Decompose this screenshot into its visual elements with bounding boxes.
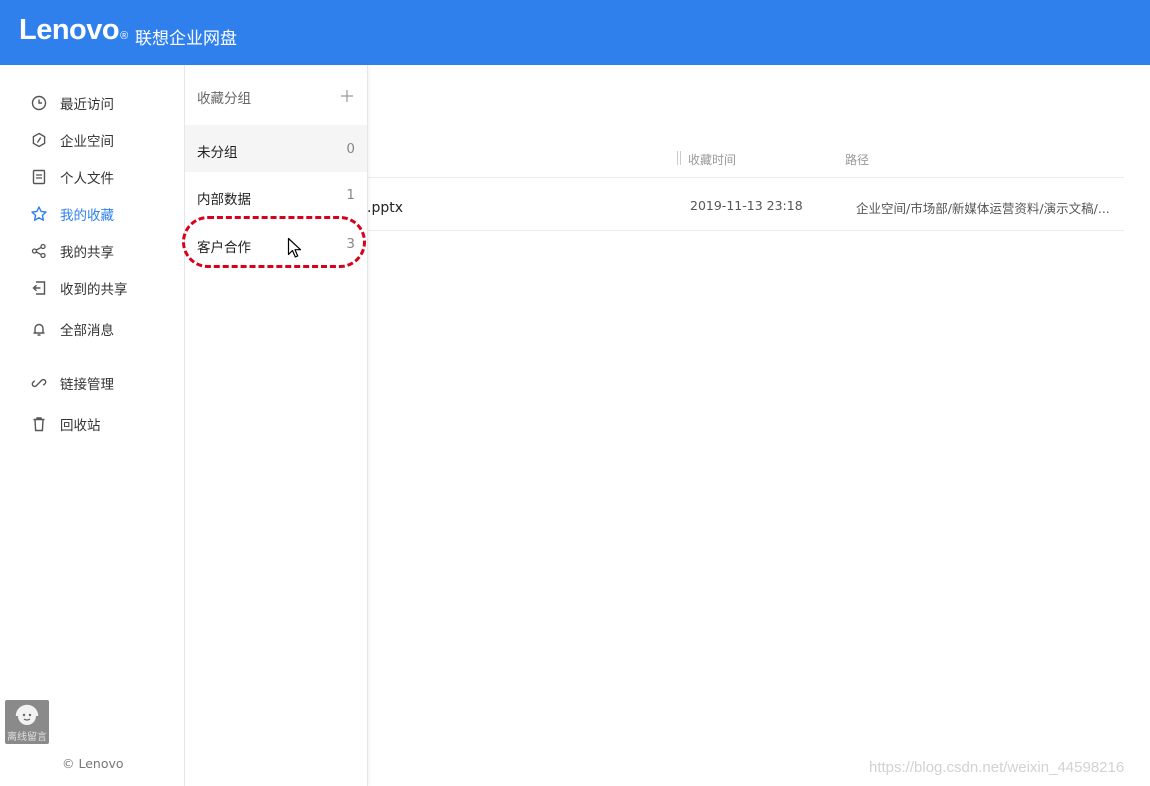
group-count: 1 bbox=[346, 187, 355, 203]
group-item-ungrouped[interactable]: 未分组 0 bbox=[185, 125, 367, 172]
star-icon bbox=[30, 205, 48, 223]
sidebar-item-label: 收到的共享 bbox=[60, 282, 128, 298]
copyright: © Lenovo bbox=[62, 756, 124, 771]
sidebar-item-label: 链接管理 bbox=[60, 377, 114, 393]
sidebar-item-label: 个人文件 bbox=[60, 171, 114, 187]
sidebar-item-my-shares[interactable]: 我的共享 bbox=[30, 239, 114, 263]
group-panel-divider bbox=[367, 65, 368, 786]
logo-text: Lenovo bbox=[19, 14, 120, 46]
favorite-group-title: 收藏分组 bbox=[197, 91, 251, 107]
sidebar-item-my-favorites[interactable]: 我的收藏 bbox=[30, 202, 114, 226]
group-item-internal-data[interactable]: 内部数据 1 bbox=[185, 172, 367, 219]
group-count: 0 bbox=[346, 141, 355, 157]
logo-trademark: ® bbox=[120, 30, 128, 42]
table-header-divider bbox=[368, 177, 1124, 178]
favorite-group-panel: 收藏分组 未分组 0 内部数据 1 客户合作 3 bbox=[185, 65, 367, 786]
product-name: 联想企业网盘 bbox=[135, 29, 237, 49]
sidebar-item-link-management[interactable]: 链接管理 bbox=[30, 371, 114, 395]
sidebar-item-label: 最近访问 bbox=[60, 97, 114, 113]
received-share-icon bbox=[30, 279, 48, 297]
watermark: https://blog.csdn.net/weixin_44598216 bbox=[869, 759, 1125, 776]
sidebar-item-label: 回收站 bbox=[60, 418, 101, 434]
sidebar-item-recycle-bin[interactable]: 回收站 bbox=[30, 412, 101, 436]
bell-icon bbox=[30, 320, 48, 338]
favorite-time: 2019-11-13 23:18 bbox=[690, 198, 803, 213]
mouse-cursor-icon bbox=[287, 237, 302, 258]
sidebar-item-label: 全部消息 bbox=[60, 323, 114, 339]
lenovo-logo[interactable]: Lenovo® bbox=[19, 14, 128, 47]
sidebar-item-label: 我的共享 bbox=[60, 245, 114, 261]
offline-message-label: 离线留言 bbox=[7, 732, 47, 743]
sidebar: 最近访问 企业空间 个人文件 我的收藏 我的共享 收到的共享 全部消息 链接管理… bbox=[0, 65, 184, 786]
sidebar-item-label: 企业空间 bbox=[60, 134, 114, 150]
sidebar-item-label: 我的收藏 bbox=[60, 208, 114, 224]
trash-icon bbox=[30, 415, 48, 433]
table-row-divider bbox=[368, 230, 1124, 231]
group-name: 未分组 bbox=[197, 145, 238, 161]
document-icon bbox=[30, 168, 48, 186]
sidebar-item-enterprise-space[interactable]: 企业空间 bbox=[30, 128, 114, 152]
sidebar-item-all-messages[interactable]: 全部消息 bbox=[30, 317, 114, 341]
file-path[interactable]: 企业空间/市场部/新媒体运营资料/演示文稿/... bbox=[856, 198, 1110, 217]
column-header-path[interactable]: 路径 bbox=[845, 151, 869, 168]
clock-icon bbox=[30, 94, 48, 112]
column-header-favorite-time[interactable]: 收藏时间 bbox=[688, 151, 736, 168]
offline-message-widget[interactable]: 离线留言 bbox=[5, 700, 49, 744]
group-name: 内部数据 bbox=[197, 192, 251, 208]
link-icon bbox=[30, 374, 48, 392]
sidebar-item-received-shares[interactable]: 收到的共享 bbox=[30, 276, 128, 300]
annotation-highlight bbox=[182, 216, 366, 268]
sidebar-item-recent[interactable]: 最近访问 bbox=[30, 91, 114, 115]
column-resize-handle[interactable] bbox=[677, 151, 681, 165]
add-group-button[interactable] bbox=[340, 81, 354, 108]
top-bar: Lenovo® 联想企业网盘 bbox=[0, 0, 1150, 65]
plus-icon bbox=[341, 90, 353, 102]
sidebar-item-personal-files[interactable]: 个人文件 bbox=[30, 165, 114, 189]
share-icon bbox=[30, 242, 48, 260]
hexagon-icon bbox=[30, 131, 48, 149]
